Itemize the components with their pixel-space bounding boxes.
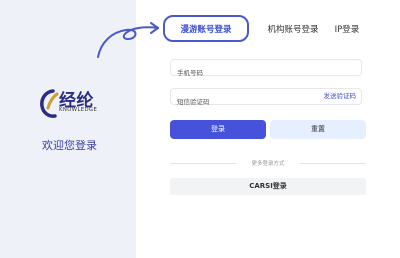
phone-input[interactable] (171, 65, 307, 81)
login-button[interactable]: 登录 (170, 120, 266, 139)
sms-code-input[interactable] (171, 94, 307, 110)
sms-code-field: 发送验证码 (170, 88, 362, 110)
welcome-text: 欢迎您登录 (42, 139, 97, 152)
brand-logo: 经纶 KNOWLEDGE (40, 86, 104, 120)
divider-line-left (170, 163, 236, 164)
tab-ip-login[interactable]: IP登录 (331, 17, 363, 43)
more-login-divider-label: 更多登录方式 (251, 161, 285, 167)
tab-guest-account-login[interactable]: 漫游账号登录 (163, 15, 249, 42)
reset-button[interactable]: 重置 (270, 120, 366, 139)
tab-institution-account-login[interactable]: 机构账号登录 (254, 17, 332, 43)
hand-drawn-arrow-icon (97, 22, 159, 58)
send-code-link[interactable]: 发送验证码 (324, 89, 357, 104)
phone-field (170, 59, 362, 81)
logo-text-en: KNOWLEDGE (59, 107, 98, 113)
divider-line-right (300, 163, 366, 164)
carsi-login-button[interactable]: CARSI登录 (170, 178, 366, 195)
